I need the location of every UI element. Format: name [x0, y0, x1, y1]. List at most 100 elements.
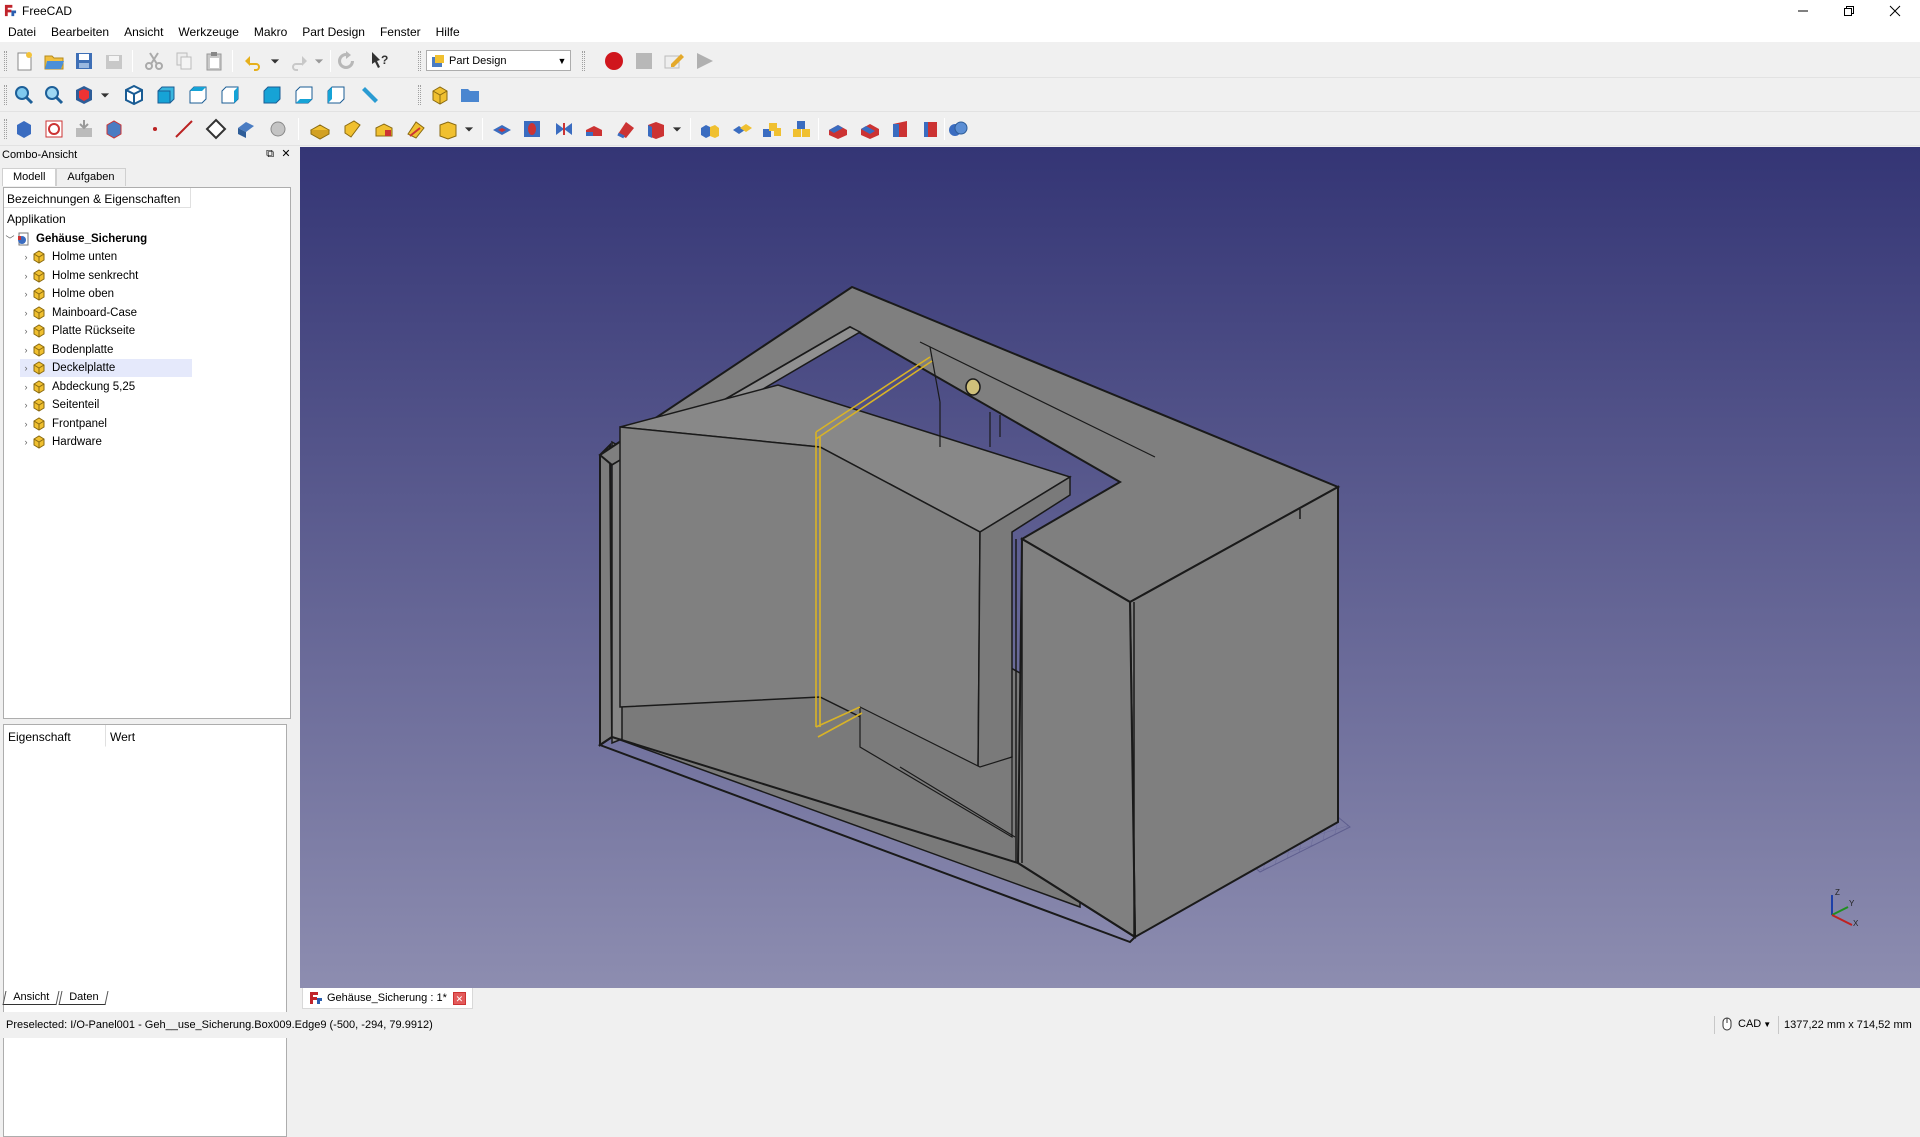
- property-column-header[interactable]: Eigenschaft: [4, 725, 106, 747]
- tree-item-holme-senkrecht[interactable]: › Holme senkrecht: [20, 267, 192, 285]
- chevron-right-icon[interactable]: ›: [20, 363, 32, 373]
- tree-item-frontpanel[interactable]: › Frontpanel: [20, 415, 192, 433]
- chevron-right-icon[interactable]: ›: [20, 308, 32, 318]
- menu-ansicht[interactable]: Ansicht: [116, 22, 170, 42]
- create-body-button[interactable]: [12, 117, 36, 141]
- right-view-button[interactable]: [218, 83, 242, 107]
- macro-record-button[interactable]: [602, 49, 626, 73]
- new-document-button[interactable]: [12, 49, 36, 73]
- chevron-right-icon[interactable]: ›: [20, 345, 32, 355]
- tree-root-document[interactable]: ﹀ Gehäuse_Sicherung: [4, 230, 192, 248]
- menu-hilfe[interactable]: Hilfe: [428, 22, 467, 42]
- fillet-button[interactable]: [826, 117, 850, 141]
- local-coordinate-system-button[interactable]: [234, 117, 258, 141]
- thickness-button[interactable]: [918, 117, 942, 141]
- shape-binder-button[interactable]: [102, 117, 126, 141]
- restore-button[interactable]: [1826, 0, 1872, 22]
- create-part-button[interactable]: [428, 83, 452, 107]
- tab-ansicht[interactable]: Ansicht: [2, 991, 60, 1005]
- workbench-selector[interactable]: Part Design ▼: [426, 50, 571, 71]
- document-tab[interactable]: Gehäuse_Sicherung : 1* ✕: [302, 988, 473, 1009]
- undo-button[interactable]: [242, 49, 266, 73]
- measure-distance-button[interactable]: [358, 83, 382, 107]
- toolbar-grip[interactable]: [4, 119, 7, 139]
- subtractive-loft-button[interactable]: [582, 117, 606, 141]
- datum-line-button[interactable]: [172, 117, 196, 141]
- close-tab-icon[interactable]: ✕: [452, 991, 466, 1005]
- cut-button[interactable]: [142, 49, 166, 73]
- draft-button[interactable]: [888, 117, 912, 141]
- additive-pipe-button[interactable]: [404, 117, 428, 141]
- undo-dropdown[interactable]: [266, 49, 284, 73]
- additive-loft-button[interactable]: [372, 117, 396, 141]
- multi-transform-button[interactable]: [790, 117, 814, 141]
- chevron-right-icon[interactable]: ›: [20, 437, 32, 447]
- redo-dropdown[interactable]: [310, 49, 328, 73]
- chevron-right-icon[interactable]: ›: [20, 289, 32, 299]
- toolbar-grip[interactable]: [4, 85, 7, 105]
- 3d-scene[interactable]: Z Y X: [300, 147, 1920, 988]
- groove-button[interactable]: [552, 117, 576, 141]
- macro-edit-button[interactable]: [662, 49, 686, 73]
- close-button[interactable]: [1872, 0, 1918, 22]
- menu-part-design[interactable]: Part Design: [294, 22, 372, 42]
- create-group-button[interactable]: [458, 83, 482, 107]
- chevron-right-icon[interactable]: ›: [20, 419, 32, 429]
- subtractive-primitive-button[interactable]: [644, 117, 668, 141]
- toolbar-grip[interactable]: [418, 51, 421, 71]
- chevron-right-icon[interactable]: ›: [20, 400, 32, 410]
- fit-selection-button[interactable]: [42, 83, 66, 107]
- whats-this-button[interactable]: ?: [368, 49, 392, 73]
- value-column-header[interactable]: Wert: [106, 725, 286, 747]
- menu-fenster[interactable]: Fenster: [372, 22, 428, 42]
- menu-bearbeiten[interactable]: Bearbeiten: [43, 22, 116, 42]
- chevron-right-icon[interactable]: ›: [20, 382, 32, 392]
- menu-werkzeuge[interactable]: Werkzeuge: [170, 22, 245, 42]
- top-view-button[interactable]: [186, 83, 210, 107]
- chevron-right-icon[interactable]: ›: [20, 252, 32, 262]
- macro-stop-button[interactable]: [632, 49, 656, 73]
- validate-sketch-button[interactable]: [72, 117, 96, 141]
- chevron-down-icon[interactable]: ﹀: [4, 233, 16, 246]
- pad-button[interactable]: [308, 117, 332, 141]
- subtractive-pipe-button[interactable]: [614, 117, 638, 141]
- toolbar-grip[interactable]: [418, 85, 421, 105]
- tree-item-platte-ruckseite[interactable]: › Platte Rückseite: [20, 322, 192, 340]
- tree-item-holme-oben[interactable]: › Holme oben: [20, 285, 192, 303]
- front-view-button[interactable]: [154, 83, 178, 107]
- minimize-button[interactable]: [1780, 0, 1826, 22]
- boolean-button[interactable]: [946, 117, 970, 141]
- save-button[interactable]: [72, 49, 96, 73]
- datum-plane-button[interactable]: [204, 117, 228, 141]
- tree-item-holme-unten[interactable]: › Holme unten: [20, 248, 192, 266]
- toolbar-grip[interactable]: [4, 51, 7, 71]
- 3d-viewport[interactable]: Z Y X: [300, 147, 1920, 988]
- toolbar-grip[interactable]: [582, 51, 585, 71]
- tree-item-hardware[interactable]: › Hardware: [20, 433, 192, 451]
- draw-style-dropdown[interactable]: [96, 83, 114, 107]
- bottom-view-button[interactable]: [292, 83, 316, 107]
- tab-daten[interactable]: Daten: [58, 991, 109, 1005]
- tree-item-deckelplatte[interactable]: › Deckelplatte: [20, 359, 192, 377]
- chevron-right-icon[interactable]: ›: [20, 271, 32, 281]
- subtractive-primitive-dropdown[interactable]: [668, 117, 686, 141]
- tree-item-abdeckung-5-25[interactable]: › Abdeckung 5,25: [20, 378, 192, 396]
- float-panel-icon[interactable]: ⧉: [263, 148, 277, 162]
- open-button[interactable]: [42, 49, 66, 73]
- clone-button[interactable]: [266, 117, 290, 141]
- navigation-style-button[interactable]: CAD ▼: [1722, 1017, 1771, 1031]
- linear-pattern-button[interactable]: [730, 117, 754, 141]
- refresh-button[interactable]: [334, 49, 358, 73]
- paste-button[interactable]: [202, 49, 226, 73]
- create-sketch-button[interactable]: [42, 117, 66, 141]
- datum-point-button[interactable]: [146, 117, 164, 141]
- copy-button[interactable]: [172, 49, 196, 73]
- close-panel-icon[interactable]: ✕: [279, 148, 293, 162]
- chamfer-button[interactable]: [858, 117, 882, 141]
- tree-item-bodenplatte[interactable]: › Bodenplatte: [20, 341, 192, 359]
- isometric-view-button[interactable]: [122, 83, 146, 107]
- left-view-button[interactable]: [324, 83, 348, 107]
- rear-view-button[interactable]: [260, 83, 284, 107]
- additive-primitive-button[interactable]: [436, 117, 460, 141]
- tab-modell[interactable]: Modell: [2, 168, 57, 186]
